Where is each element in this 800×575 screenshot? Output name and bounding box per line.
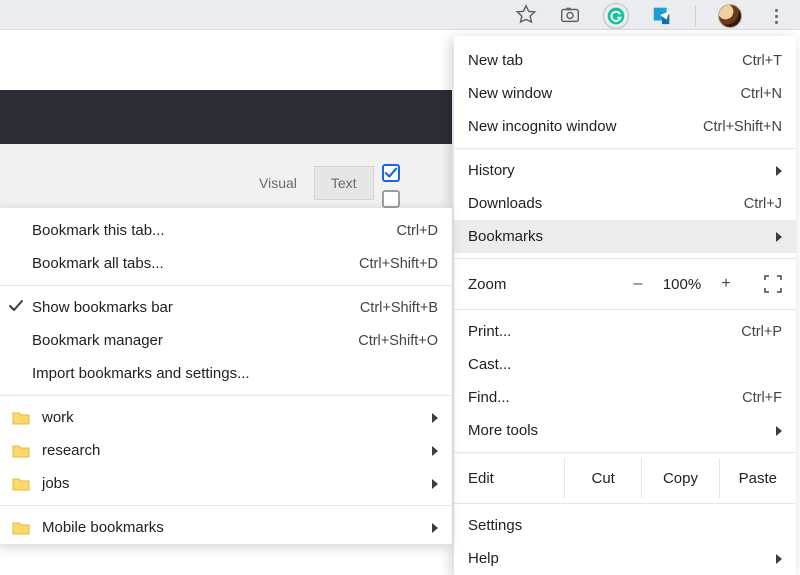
- menu-bookmarks[interactable]: Bookmarks: [454, 220, 796, 253]
- menu-separator: [454, 309, 796, 310]
- share-icon[interactable]: [651, 4, 673, 29]
- chevron-right-icon: [776, 166, 782, 176]
- menu-separator: [454, 258, 796, 259]
- zoom-in-button[interactable]: +: [710, 275, 742, 293]
- zoom-out-button[interactable]: –: [622, 275, 654, 293]
- submenu-folder-jobs[interactable]: jobs: [0, 467, 452, 500]
- menu-incognito[interactable]: New incognito windowCtrl+Shift+N: [454, 110, 796, 143]
- edit-cut-button[interactable]: Cut: [564, 458, 641, 498]
- bookmarks-submenu: Bookmark this tab...Ctrl+D Bookmark all …: [0, 208, 452, 544]
- folder-icon: [12, 521, 30, 535]
- menu-more-tools[interactable]: More tools: [454, 414, 796, 447]
- menu-separator: [454, 148, 796, 149]
- submenu-bookmark-all[interactable]: Bookmark all tabs...Ctrl+Shift+D: [0, 247, 452, 280]
- menu-print[interactable]: Print...Ctrl+P: [454, 315, 796, 348]
- submenu-separator: [0, 285, 452, 286]
- tab-text[interactable]: Text: [314, 166, 374, 200]
- menu-settings[interactable]: Settings: [454, 509, 796, 542]
- submenu-folder-research[interactable]: research: [0, 434, 452, 467]
- menu-find[interactable]: Find...Ctrl+F: [454, 381, 796, 414]
- checkbox-2[interactable]: [382, 190, 400, 208]
- chevron-right-icon: [776, 426, 782, 436]
- menu-separator: [454, 503, 796, 504]
- grammarly-icon[interactable]: [603, 3, 629, 29]
- checkbox-1[interactable]: [382, 164, 400, 182]
- submenu-show-bar[interactable]: Show bookmarks barCtrl+Shift+B: [0, 291, 452, 324]
- chevron-right-icon: [776, 554, 782, 564]
- browser-toolbar: [0, 0, 800, 30]
- edit-paste-button[interactable]: Paste: [719, 458, 796, 498]
- menu-separator: [454, 452, 796, 453]
- camera-icon[interactable]: [559, 4, 581, 29]
- menu-new-tab[interactable]: New tabCtrl+T: [454, 44, 796, 77]
- checkmark-icon: [8, 299, 24, 317]
- submenu-bookmark-tab[interactable]: Bookmark this tab...Ctrl+D: [0, 214, 452, 247]
- menu-new-window[interactable]: New windowCtrl+N: [454, 77, 796, 110]
- submenu-separator: [0, 505, 452, 506]
- edit-label: Edit: [454, 470, 564, 487]
- menu-zoom: Zoom – 100% +: [454, 264, 796, 304]
- chevron-right-icon: [432, 479, 438, 489]
- submenu-import[interactable]: Import bookmarks and settings...: [0, 357, 452, 390]
- editor-tabs: Visual Text: [242, 166, 374, 200]
- zoom-label: Zoom: [468, 276, 622, 293]
- page-area-dark: [0, 90, 452, 144]
- menu-button[interactable]: [764, 4, 788, 28]
- main-menu: New tabCtrl+T New windowCtrl+N New incog…: [454, 36, 796, 575]
- menu-downloads[interactable]: DownloadsCtrl+J: [454, 187, 796, 220]
- folder-icon: [12, 444, 30, 458]
- submenu-folder-work[interactable]: work: [0, 401, 452, 434]
- chevron-right-icon: [432, 446, 438, 456]
- zoom-value: 100%: [656, 276, 708, 293]
- chevron-right-icon: [432, 413, 438, 423]
- tab-visual[interactable]: Visual: [242, 166, 314, 200]
- fullscreen-icon[interactable]: [764, 275, 782, 293]
- menu-cast[interactable]: Cast...: [454, 348, 796, 381]
- menu-edit: Edit Cut Copy Paste: [454, 458, 796, 498]
- menu-history[interactable]: History: [454, 154, 796, 187]
- folder-icon: [12, 477, 30, 491]
- star-icon[interactable]: [515, 4, 537, 29]
- edit-copy-button[interactable]: Copy: [641, 458, 718, 498]
- submenu-separator: [0, 395, 452, 396]
- submenu-manager[interactable]: Bookmark managerCtrl+Shift+O: [0, 324, 452, 357]
- chevron-right-icon: [432, 523, 438, 533]
- submenu-mobile-bookmarks[interactable]: Mobile bookmarks: [0, 511, 452, 544]
- folder-icon: [12, 411, 30, 425]
- avatar[interactable]: [718, 4, 742, 28]
- toolbar-separator: [695, 6, 696, 26]
- chevron-right-icon: [776, 232, 782, 242]
- menu-help[interactable]: Help: [454, 542, 796, 575]
